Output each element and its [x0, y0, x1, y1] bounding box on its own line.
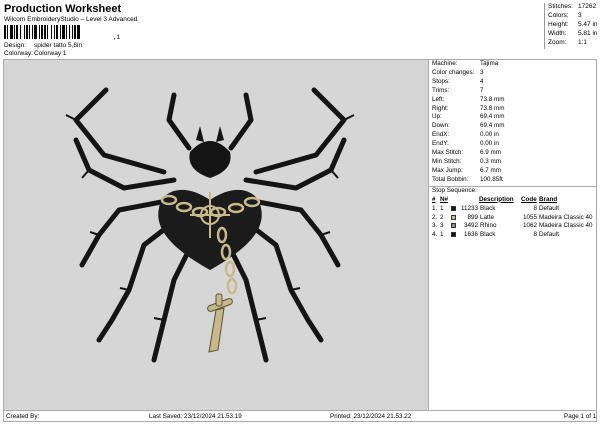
- software-subtitle: Wilcom EmbroideryStudio – Level 3 Advanc…: [4, 16, 138, 23]
- machine-row-value: 3: [480, 68, 484, 76]
- last-saved: Last Saved: 23/12/2024 21.53.19: [149, 413, 242, 420]
- stop-row-number: 4.: [432, 231, 438, 239]
- stop-row-code: 8: [533, 231, 537, 239]
- page-title: Production Worksheet: [4, 3, 122, 15]
- design-value: spider tatto 5,8in: [34, 42, 83, 49]
- machine-row: Left: 73.8 mm: [432, 96, 592, 103]
- machine-row: EndY: 0.00 in: [432, 140, 592, 147]
- machine-row-value: 0.00 in: [480, 131, 499, 139]
- footer: Created By: Last Saved: 23/12/2024 21.53…: [3, 411, 597, 422]
- machine-row-label: Min Stitch:: [432, 157, 462, 165]
- machine-row: Max Jump: 6.7 mm: [432, 167, 592, 174]
- machine-row: Right: 73.8 mm: [432, 105, 592, 112]
- machine-row-label: EndY:: [432, 140, 449, 148]
- spider-embroidery-image: [65, 87, 355, 363]
- stop-row-brand: Default: [539, 204, 559, 212]
- stop-row-brand: Madeira Classic 40: [539, 213, 593, 221]
- stop-row-stitches: 899: [467, 213, 478, 221]
- machine-row-value: 0.3 mm: [480, 157, 501, 165]
- stop-row-number: 3.: [432, 222, 438, 230]
- machine-row-value: 73.8 mm: [480, 104, 505, 112]
- stop-row-stitches: 11233: [460, 204, 478, 212]
- machine-row-label: Up:: [432, 113, 442, 121]
- machine-row-label: Machine:: [432, 60, 458, 67]
- machine-row: Up: 69.4 mm: [432, 113, 592, 120]
- stop-row-stitches: 3492: [463, 222, 478, 230]
- stat-stitches: Stitches: 17262: [548, 3, 597, 10]
- machine-row-label: Color changes:: [432, 68, 475, 76]
- page-number: Page 1 of 1: [564, 413, 597, 420]
- machine-row: Color changes: 3: [432, 69, 592, 76]
- machine-row-label: EndX:: [432, 131, 450, 139]
- machine-row-label: Left:: [432, 95, 445, 103]
- column-header-num: #: [432, 195, 436, 203]
- machine-row: Trims: 7: [432, 87, 592, 94]
- stop-row-needle: 1: [440, 231, 444, 239]
- design-stats: Stitches: 17262 Colors: 3 Height: 5.47 in W…: [544, 3, 598, 49]
- stat-colors: Colors: 3: [548, 12, 582, 19]
- machine-row-value: 73.8 mm: [480, 95, 505, 103]
- machine-row-label: Stops:: [432, 77, 450, 85]
- machine-row: EndX: 0.00 in: [432, 131, 592, 138]
- stop-row-code: 1055: [522, 213, 537, 221]
- design-label: Design:: [4, 42, 27, 49]
- machine-row-value: 69.4 mm: [480, 122, 505, 130]
- stop-row-number: 1.: [432, 204, 438, 212]
- printed-date: Printed: 23/12/2024 21.53.22: [330, 413, 412, 420]
- stop-row-description: Latte: [480, 213, 495, 221]
- stop-row-stitches: 1636: [463, 231, 478, 239]
- machine-row-value: 69.4 mm: [480, 113, 505, 121]
- stop-row-needle: 3: [440, 222, 444, 230]
- machine-row-label: Total Bobbin:: [432, 175, 469, 183]
- machine-info-panel: Machine: Tajima Color changes: 3 Stops: 4 Trim…: [429, 59, 597, 411]
- stop-row-code: 8: [533, 204, 537, 212]
- machine-row: Machine: Tajima: [432, 60, 592, 67]
- machine-row-label: Down:: [432, 122, 450, 130]
- machine-row-label: Right:: [432, 104, 449, 112]
- machine-row-value: Tajima: [480, 60, 499, 67]
- thread-color-swatch: [451, 223, 456, 229]
- stop-row-description: Black: [480, 204, 496, 212]
- column-header-n: N#: [440, 195, 449, 203]
- created-by: Created By:: [6, 413, 40, 420]
- stat-width: Width: 5.81 in: [548, 30, 598, 37]
- machine-row-value: 6.7 mm: [480, 166, 501, 174]
- machine-row-value: 6.9 mm: [480, 149, 501, 156]
- stop-sequence-title: Stop Sequence:: [432, 186, 477, 194]
- stop-row-description: Black: [480, 231, 496, 239]
- design-preview: [3, 59, 429, 411]
- machine-row-label: Max Jump:: [432, 166, 463, 174]
- barcode: [4, 25, 80, 39]
- machine-row: Min Stitch: 0.3 mm: [432, 158, 592, 165]
- stat-zoom: Zoom: 1:1: [548, 39, 588, 46]
- thread-color-swatch: [451, 205, 456, 211]
- machine-row: Down: 69.4 mm: [432, 122, 592, 129]
- machine-row-label: Max Stitch:: [432, 149, 464, 156]
- stop-row-brand: Default: [539, 231, 559, 239]
- column-header-code: Code: [521, 195, 537, 203]
- barcode-mark: ,1: [113, 34, 121, 41]
- stop-row-needle: 2: [440, 213, 444, 221]
- stop-row-brand: Madeira Classic 40: [539, 222, 593, 230]
- stop-row-number: 2.: [432, 213, 438, 221]
- machine-row: Total Bobbin: 100.85ft: [432, 176, 592, 183]
- column-header-brand: Brand: [539, 195, 558, 203]
- colorway-value: Colorway 1: [34, 50, 67, 57]
- machine-row-label: Trims:: [432, 86, 450, 94]
- stop-row-description: Rhino: [480, 222, 497, 230]
- machine-row-value: 7: [480, 86, 484, 94]
- thread-color-swatch: [451, 232, 456, 238]
- machine-row-value: 4: [480, 77, 484, 85]
- stop-row-code: 1062: [522, 222, 537, 230]
- machine-row: Stops: 4: [432, 78, 592, 85]
- column-header-description: Description: [479, 195, 514, 203]
- stop-row-needle: 1: [440, 204, 444, 212]
- machine-row-value: 0.00 in: [480, 140, 499, 148]
- colorway-label: Colorway:: [4, 50, 33, 57]
- machine-row: Max Stitch: 6.9 mm: [432, 149, 592, 156]
- stat-height: Height: 5.47 in: [548, 21, 598, 28]
- thread-color-swatch: [451, 214, 456, 220]
- machine-row-value: 100.85ft: [480, 175, 503, 183]
